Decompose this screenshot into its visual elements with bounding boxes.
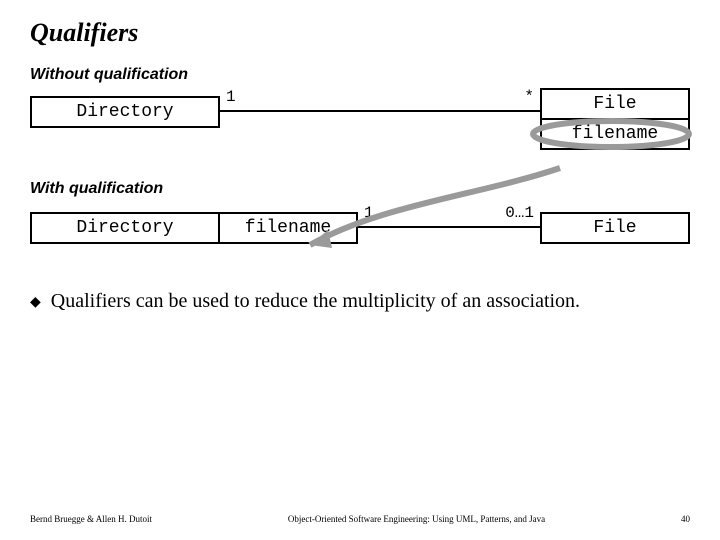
uml-class-directory-name: Directory	[32, 98, 218, 126]
multiplicity-left: 1	[226, 88, 236, 106]
uml-class-file-q: File	[540, 212, 690, 244]
footer-right: 40	[681, 514, 690, 524]
footer-left: Bernd Bruegge & Allen H. Dutoit	[30, 514, 152, 524]
multiplicity-right-q: 0…1	[505, 204, 534, 222]
bullet-text: Qualifiers can be used to reduce the mul…	[51, 290, 580, 313]
uml-class-file-name: File	[542, 90, 688, 118]
uml-qualifier: filename	[218, 212, 358, 244]
uml-class-file: File filename	[540, 88, 690, 150]
diagram-with: Directory filename File 1 0…1	[30, 202, 690, 262]
uml-qualifier-label: filename	[220, 214, 356, 242]
multiplicity-right: *	[524, 88, 534, 106]
association-line-q	[358, 226, 540, 228]
uml-class-file-q-name: File	[542, 214, 688, 242]
uml-class-directory-q: Directory	[30, 212, 220, 244]
association-line	[220, 110, 540, 112]
uml-class-file-attr: filename	[542, 118, 688, 148]
page-title: Qualifiers	[30, 18, 690, 48]
section-without-label: Without qualification	[30, 66, 690, 84]
bullet-icon: ◆	[30, 290, 41, 316]
footer-center: Object-Oriented Software Engineering: Us…	[288, 514, 545, 524]
slide-footer: Bernd Bruegge & Allen H. Dutoit Object-O…	[30, 514, 690, 524]
bullet-item: ◆ Qualifiers can be used to reduce the m…	[30, 290, 690, 316]
section-with-label: With qualification	[30, 180, 690, 198]
uml-class-directory: Directory	[30, 96, 220, 128]
uml-class-directory-q-name: Directory	[32, 214, 218, 242]
multiplicity-left-q: 1	[364, 204, 374, 222]
diagram-without: Directory File filename 1 *	[30, 88, 690, 158]
